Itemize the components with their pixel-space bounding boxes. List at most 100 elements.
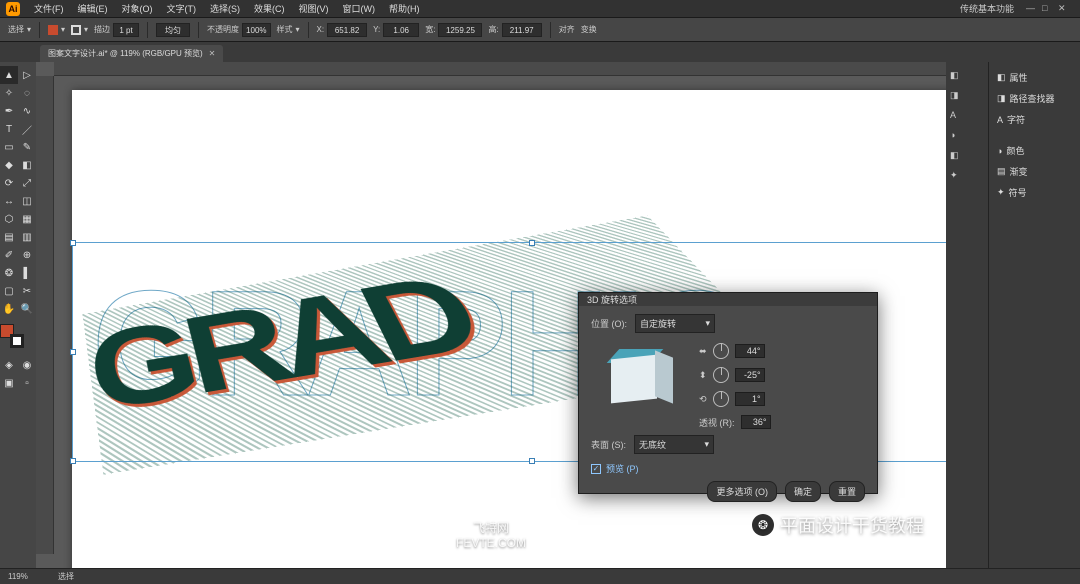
y-input[interactable]: 1.06 xyxy=(383,23,419,37)
vertical-ruler[interactable] xyxy=(36,76,54,554)
handle-b[interactable] xyxy=(529,458,535,464)
w-input[interactable]: 1259.25 xyxy=(438,23,482,37)
panel-character[interactable]: A字符 xyxy=(995,110,1074,129)
handle-l[interactable] xyxy=(70,349,76,355)
panel-icon-pathfinder[interactable]: ◨ xyxy=(946,86,988,104)
panel-gradient[interactable]: ▤渐变 xyxy=(995,162,1074,181)
menu-effect[interactable]: 效果(C) xyxy=(248,0,291,17)
z-angle-dial[interactable] xyxy=(713,391,729,407)
menu-view[interactable]: 视图(V) xyxy=(293,0,335,17)
eraser-tool[interactable]: ◧ xyxy=(18,156,36,174)
axis-y-icon: ⬍ xyxy=(699,370,707,381)
menu-select[interactable]: 选择(S) xyxy=(204,0,246,17)
opt-style-label: 样式 xyxy=(277,24,293,35)
selection-tool[interactable]: ▲ xyxy=(0,66,18,84)
scale-tool[interactable]: ⤢ xyxy=(18,174,36,192)
document-tab[interactable]: 图案文字设计.ai* @ 119% (RGB/GPU 预览) ✕ xyxy=(40,45,223,62)
gradient-tool[interactable]: ▥ xyxy=(18,228,36,246)
menu-edit[interactable]: 编辑(E) xyxy=(72,0,114,17)
handle-bl[interactable] xyxy=(70,458,76,464)
line-tool[interactable]: ／ xyxy=(18,120,36,138)
rectangle-tool[interactable]: ▭ xyxy=(0,138,18,156)
rotate-tool[interactable]: ⟳ xyxy=(0,174,18,192)
fill-stroke-indicator[interactable] xyxy=(0,324,24,348)
zoom-tool[interactable]: 🔍 xyxy=(18,300,36,318)
horizontal-ruler[interactable] xyxy=(54,62,946,76)
magic-wand-tool[interactable]: ✧ xyxy=(0,84,18,102)
symbol-sprayer-tool[interactable]: ❂ xyxy=(0,264,18,282)
workspace-title[interactable]: 传统基本功能 xyxy=(960,2,1024,15)
surface-select[interactable]: 无底纹▾ xyxy=(634,435,714,454)
menu-window[interactable]: 窗口(W) xyxy=(337,0,382,17)
canvas-viewport[interactable]: GRAPHIC GRAD 3D 旋转选项 位置 (O): 自定旋转▾ xyxy=(36,62,946,568)
draw-behind-mode[interactable]: ◉ xyxy=(18,356,36,374)
z-angle-input[interactable]: 1° xyxy=(735,392,765,406)
close-button[interactable]: ✕ xyxy=(1058,3,1068,14)
menu-file[interactable]: 文件(F) xyxy=(28,0,70,17)
menu-type[interactable]: 文字(T) xyxy=(161,0,203,17)
screen-mode[interactable]: ▣ xyxy=(0,374,18,392)
y-angle-dial[interactable] xyxy=(713,367,729,383)
panel-icon-color[interactable]: ◑ xyxy=(946,126,988,144)
maximize-button[interactable]: □ xyxy=(1042,3,1052,14)
handle-tl[interactable] xyxy=(70,240,76,246)
stroke-weight-input[interactable]: 1 pt xyxy=(113,23,139,37)
panel-properties[interactable]: ◧属性 xyxy=(995,68,1074,87)
direct-selection-tool[interactable]: ▷ xyxy=(18,66,36,84)
y-label: Y: xyxy=(373,25,380,34)
menu-help[interactable]: 帮助(H) xyxy=(383,0,426,17)
ok-button[interactable]: 确定 xyxy=(785,481,821,502)
shaper-tool[interactable]: ◆ xyxy=(0,156,18,174)
transform-label[interactable]: 变换 xyxy=(581,24,597,35)
stroke-profile[interactable]: 均匀 xyxy=(156,23,190,37)
curvature-tool[interactable]: ∿ xyxy=(18,102,36,120)
panel-icon-character[interactable]: A xyxy=(946,106,988,124)
panel-symbols[interactable]: ✦符号 xyxy=(995,183,1074,202)
brush-tool[interactable]: ✎ xyxy=(18,138,36,156)
x-angle-dial[interactable] xyxy=(713,343,729,359)
x-input[interactable]: 651.82 xyxy=(327,23,367,37)
hand-tool[interactable]: ✋ xyxy=(0,300,18,318)
dialog-titlebar[interactable]: 3D 旋转选项 xyxy=(579,293,877,306)
eyedropper-tool[interactable]: ✐ xyxy=(0,246,18,264)
position-select[interactable]: 自定旋转▾ xyxy=(635,314,715,333)
zoom-input[interactable]: 119% xyxy=(8,572,46,581)
h-input[interactable]: 211.97 xyxy=(502,23,542,37)
close-tab-icon[interactable]: ✕ xyxy=(209,49,216,58)
reset-button[interactable]: 重置 xyxy=(829,481,865,502)
shape-builder-tool[interactable]: ⬡ xyxy=(0,210,18,228)
slice-tool[interactable]: ✂ xyxy=(18,282,36,300)
free-transform-tool[interactable]: ◫ xyxy=(18,192,36,210)
handle-t[interactable] xyxy=(529,240,535,246)
preview-checkbox[interactable]: ✓ xyxy=(591,464,601,474)
minimize-button[interactable]: — xyxy=(1026,3,1036,14)
perspective-grid-tool[interactable]: ▦ xyxy=(18,210,36,228)
lasso-tool[interactable]: ◌ xyxy=(18,84,36,102)
perspective-input[interactable]: 36° xyxy=(741,415,771,429)
type-tool[interactable]: T xyxy=(0,120,18,138)
change-screen-mode[interactable]: ▫ xyxy=(18,374,36,392)
3d-rotate-dialog[interactable]: 3D 旋转选项 位置 (O): 自定旋转▾ ⬌44° ⬍-25° ⟲1° xyxy=(578,292,878,494)
opacity-input[interactable]: 100% xyxy=(242,23,270,37)
pen-tool[interactable]: ✒ xyxy=(0,102,18,120)
align-label[interactable]: 对齐 xyxy=(559,24,575,35)
panel-icon-symbols[interactable]: ✦ xyxy=(946,166,988,184)
mesh-tool[interactable]: ▤ xyxy=(0,228,18,246)
panel-icon-properties[interactable]: ◧ xyxy=(946,66,988,84)
blend-tool[interactable]: ⊕ xyxy=(18,246,36,264)
panel-color[interactable]: ◑颜色 xyxy=(995,141,1074,160)
stroke-color-box[interactable] xyxy=(10,334,24,348)
x-angle-input[interactable]: 44° xyxy=(735,344,765,358)
menu-object[interactable]: 对象(O) xyxy=(116,0,159,17)
panel-pathfinder[interactable]: ◨路径查找器 xyxy=(995,89,1074,108)
panel-icon-gradient[interactable]: ◧ xyxy=(946,146,988,164)
more-options-button[interactable]: 更多选项 (O) xyxy=(707,481,777,502)
stroke-swatch[interactable] xyxy=(71,25,81,35)
column-graph-tool[interactable]: ▌ xyxy=(18,264,36,282)
artboard-tool[interactable]: ▢ xyxy=(0,282,18,300)
draw-normal-mode[interactable]: ◈ xyxy=(0,356,18,374)
width-tool[interactable]: ↔ xyxy=(0,192,18,210)
3d-cube-preview[interactable] xyxy=(599,343,679,423)
fill-swatch[interactable] xyxy=(48,25,58,35)
y-angle-input[interactable]: -25° xyxy=(735,368,765,382)
